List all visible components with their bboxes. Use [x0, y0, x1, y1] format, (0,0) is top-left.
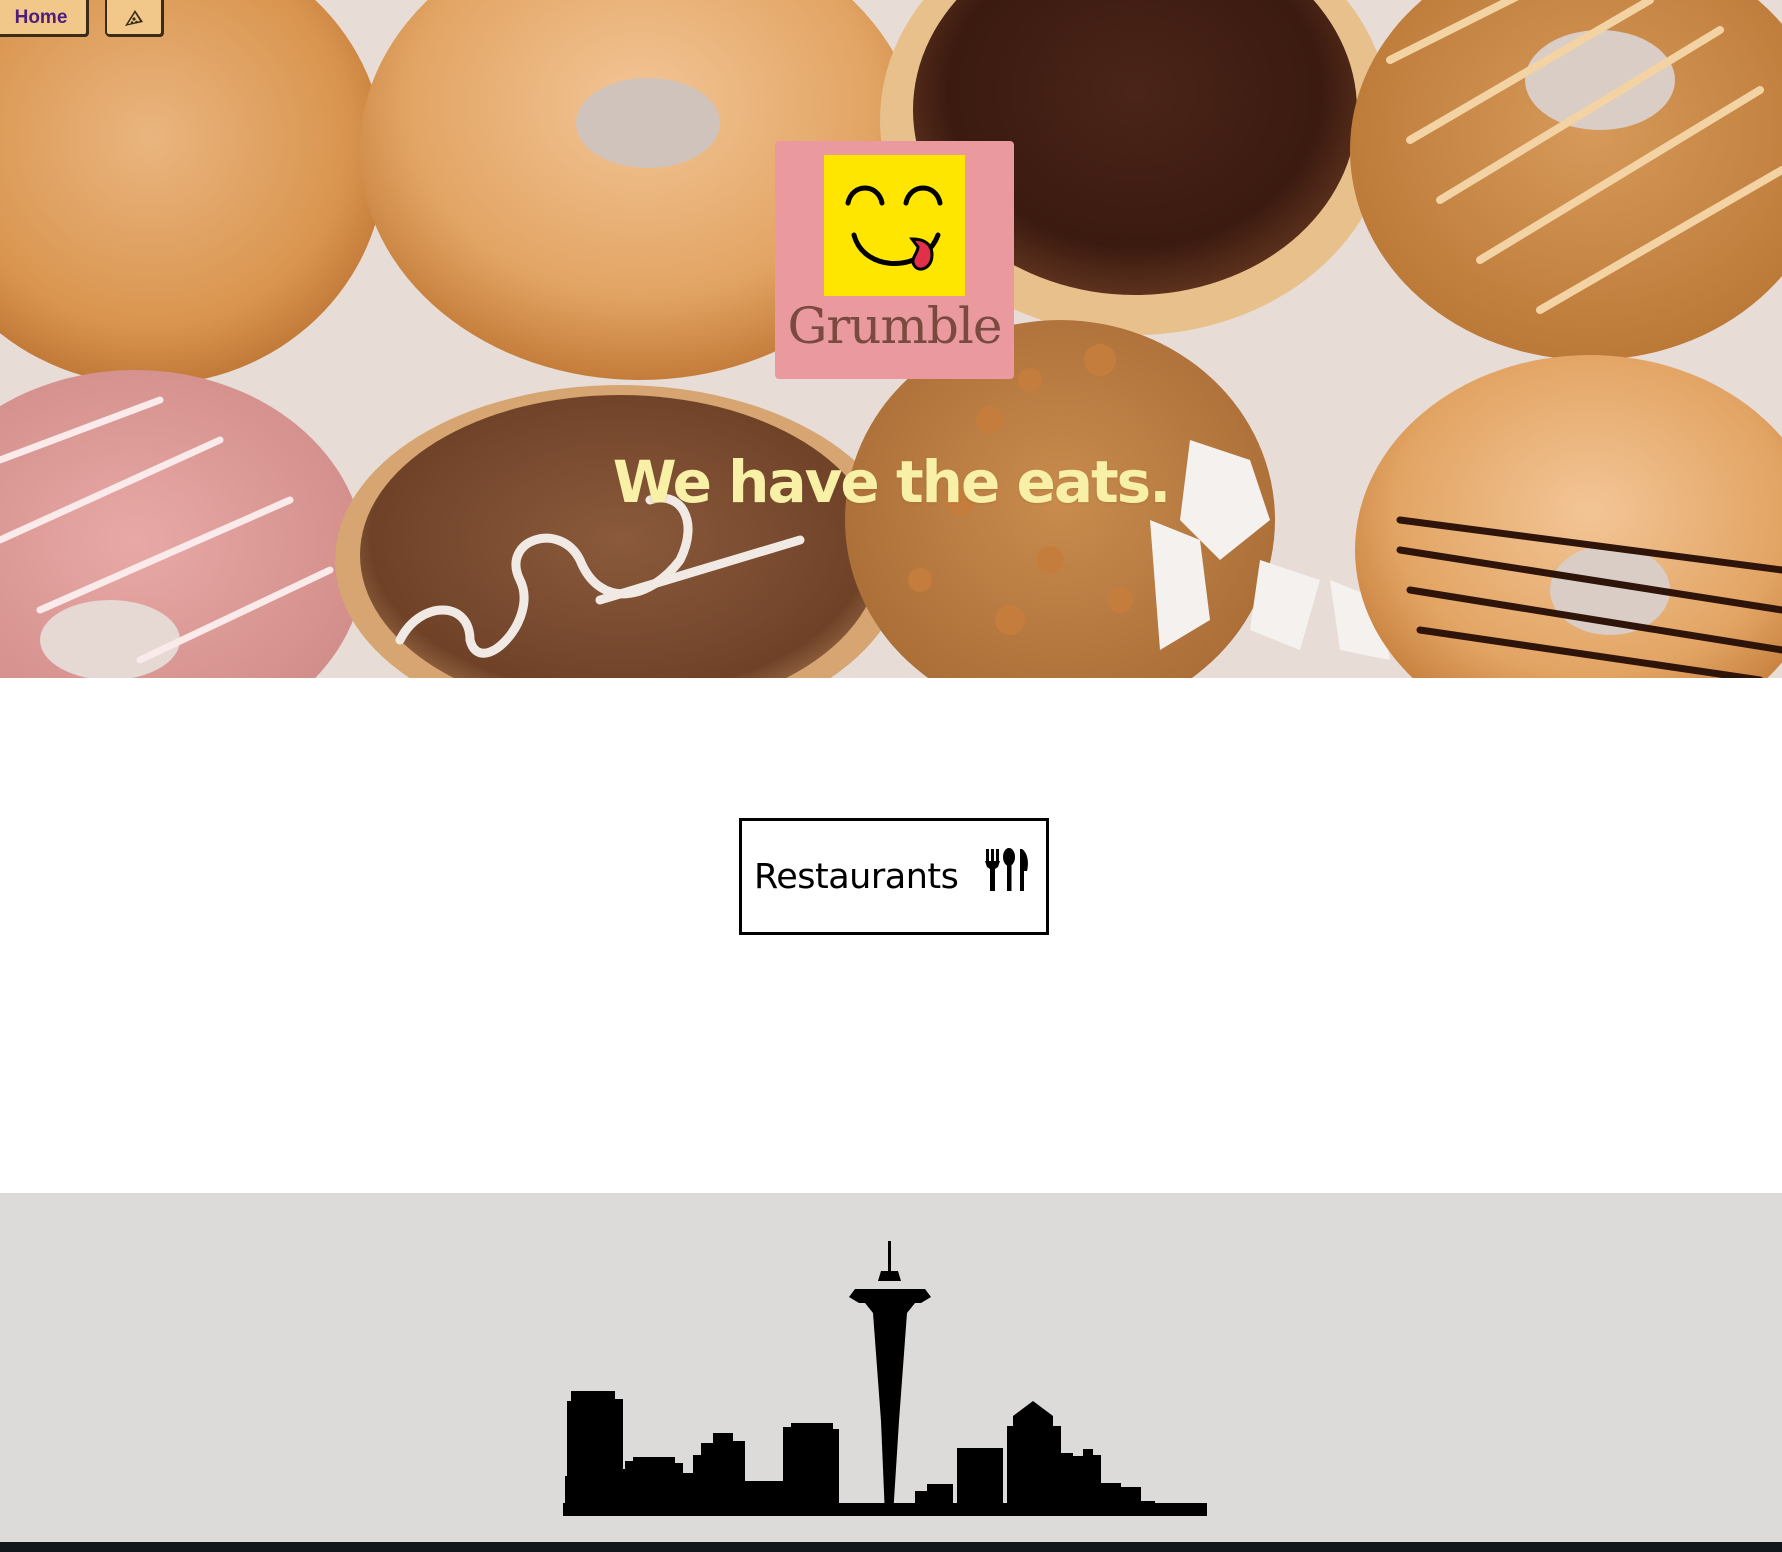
brand-name: Grumble	[787, 297, 1002, 355]
yum-face-icon	[824, 155, 965, 296]
restaurants-label: Restaurants	[754, 856, 959, 897]
hero-banner: Home Grumble We have the eats.	[0, 0, 1782, 678]
restaurants-button[interactable]: Restaurants	[739, 818, 1049, 935]
utensils-icon	[985, 848, 1028, 891]
hero-tagline: We have the eats.	[612, 448, 1172, 516]
seattle-skyline-icon	[563, 1241, 1207, 1516]
bottom-bar	[0, 1542, 1782, 1552]
page: Home Grumble We have the eats. Restauran…	[0, 0, 1782, 1552]
pizza-slice-icon	[125, 10, 143, 26]
grumble-logo[interactable]: Grumble	[775, 141, 1014, 379]
footer	[0, 1193, 1782, 1542]
home-button[interactable]: Home	[0, 0, 88, 36]
pizza-nav-button[interactable]	[105, 0, 163, 36]
